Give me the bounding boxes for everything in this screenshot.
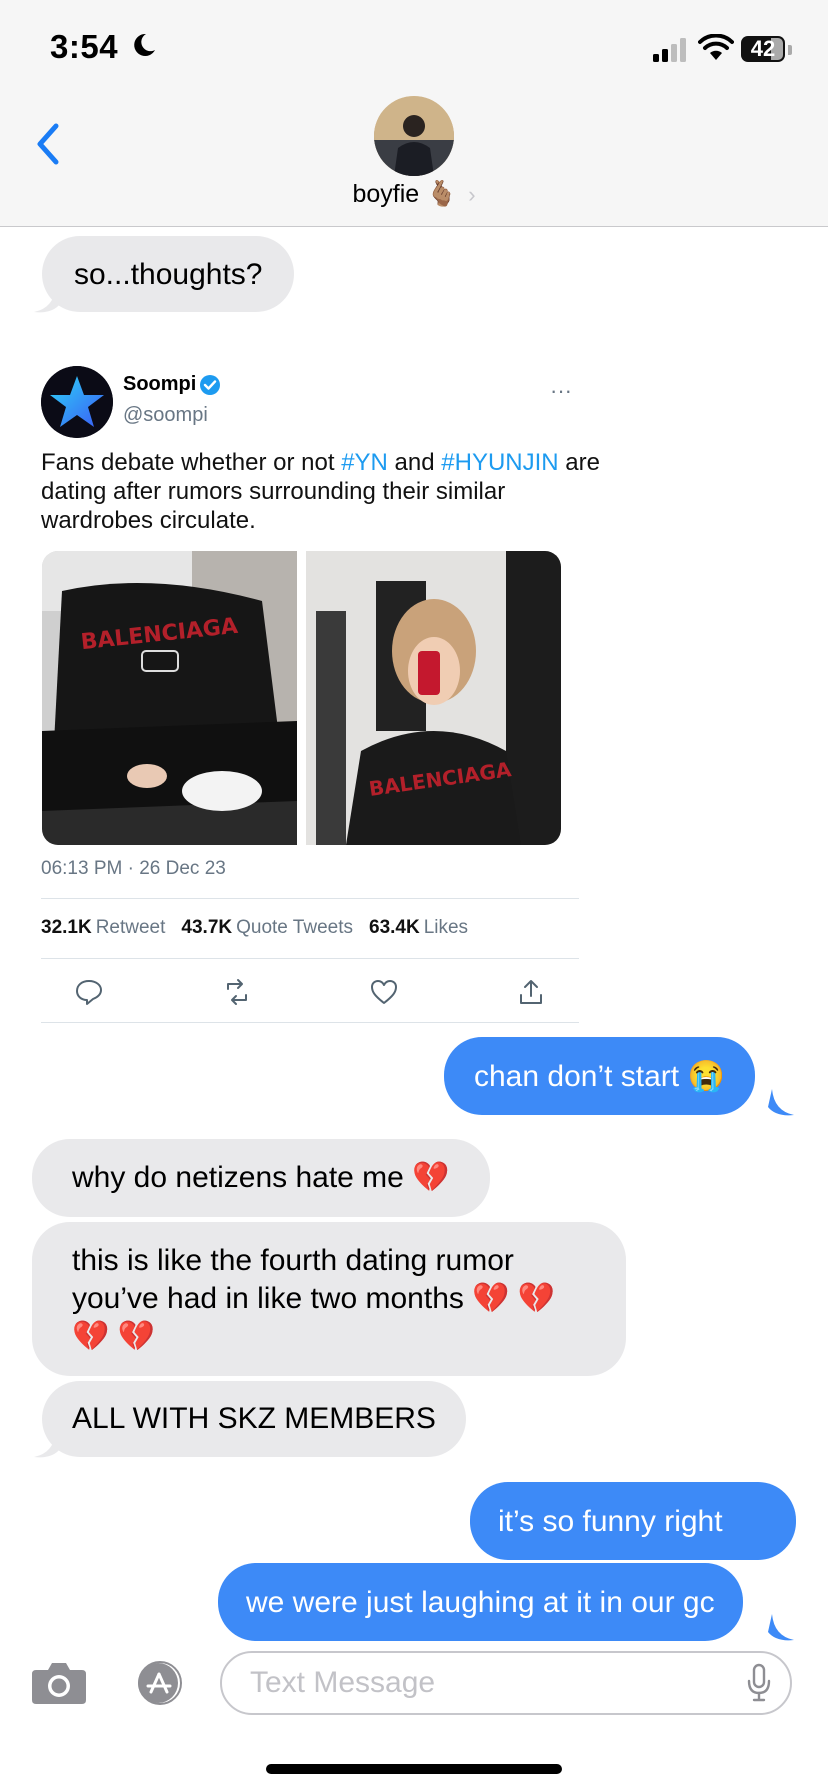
- message-text: it’s so funny right: [498, 1505, 723, 1538]
- contact-name-label: boyfie 🫰🏽: [352, 180, 458, 208]
- message-bubble-outgoing[interactable]: it’s so funny right: [470, 1482, 796, 1560]
- battery-level: 42: [750, 36, 776, 61]
- battery-cap: [788, 45, 792, 55]
- divider: [41, 1022, 579, 1023]
- divider: [41, 898, 579, 899]
- tweet-text-part: Fans debate whether or not: [41, 449, 342, 476]
- message-bubble-incoming[interactable]: so...thoughts?: [42, 236, 295, 312]
- chevron-right-icon: ›: [468, 182, 476, 207]
- tweet-stats: 32.1K Retweet 43.7K Quote Tweets 63.4K Likes: [41, 917, 468, 939]
- tweet-text: Fans debate whether or not #YN and #HYUN…: [41, 448, 601, 535]
- app-store-icon[interactable]: [130, 1658, 190, 1708]
- message-text: ALL WITH SKZ MEMBERS: [72, 1402, 436, 1435]
- bubble-tail: [768, 1614, 794, 1641]
- retweet-label[interactable]: Retweet: [96, 917, 166, 938]
- like-label[interactable]: Likes: [424, 917, 468, 938]
- message-bubble-outgoing[interactable]: we were just laughing at it in our gc: [218, 1563, 743, 1641]
- tweet-author-name: Soompi: [123, 373, 197, 395]
- like-heart-icon[interactable]: [369, 977, 399, 1007]
- quote-count: 43.7K: [181, 917, 233, 938]
- message-text: why do netizens hate me 💔: [72, 1161, 450, 1194]
- verified-badge-icon: [200, 375, 220, 395]
- retweet-count: 32.1K: [41, 917, 92, 938]
- like-count: 63.4K: [369, 917, 420, 938]
- bubble-tail: [34, 286, 60, 313]
- tweet-image-2[interactable]: BALENCIAGA: [306, 551, 561, 845]
- back-chevron-icon[interactable]: [34, 122, 62, 166]
- camera-icon[interactable]: [30, 1660, 88, 1706]
- contact-avatar[interactable]: [374, 96, 454, 176]
- focus-moon-icon: [134, 33, 155, 56]
- message-text: this is like the fourth dating rumor you…: [72, 1244, 556, 1353]
- tweet-timestamp: 06:13 PM · 26 Dec 23: [41, 858, 226, 879]
- share-icon[interactable]: [516, 977, 546, 1007]
- photo-person-black-tshirt: BALENCIAGA: [42, 551, 297, 845]
- message-bubble-outgoing[interactable]: chan don’t start 😭: [444, 1037, 755, 1115]
- message-text: we were just laughing at it in our gc: [246, 1586, 715, 1619]
- photo-mirror-selfie: BALENCIAGA: [306, 551, 561, 845]
- tweet-image-1[interactable]: BALENCIAGA: [42, 551, 297, 845]
- tweet-text-part: and: [387, 449, 442, 476]
- message-text: so...thoughts?: [74, 258, 263, 291]
- tweet-author-handle: @soompi: [123, 404, 208, 426]
- avatar-photo: [374, 96, 454, 176]
- hashtag-link[interactable]: #HYUNJIN: [441, 449, 558, 476]
- soompi-star-logo-icon: [41, 366, 113, 438]
- message-input-placeholder: Text Message: [250, 1666, 436, 1699]
- retweet-icon[interactable]: [222, 977, 252, 1007]
- status-time: 3:54: [50, 28, 119, 65]
- wifi-icon: [698, 34, 734, 60]
- tweet-author-avatar[interactable]: [41, 366, 113, 438]
- microphone-icon[interactable]: [746, 1663, 772, 1703]
- message-bubble-incoming[interactable]: why do netizens hate me 💔: [32, 1139, 490, 1217]
- message-bubble-incoming[interactable]: ALL WITH SKZ MEMBERS: [42, 1381, 466, 1457]
- cellular-signal-icon: [653, 38, 686, 62]
- contact-name[interactable]: boyfie 🫰🏽 ›: [300, 180, 528, 209]
- quote-label[interactable]: Quote Tweets: [236, 917, 353, 938]
- divider: [41, 958, 579, 959]
- hashtag-link[interactable]: #YN: [341, 449, 388, 476]
- more-options-icon[interactable]: ···: [550, 378, 578, 403]
- message-bubble-incoming[interactable]: this is like the fourth dating rumor you…: [32, 1222, 626, 1376]
- bubble-tail: [768, 1089, 794, 1116]
- bubble-tail: [34, 1431, 60, 1458]
- home-indicator[interactable]: [266, 1764, 562, 1774]
- reply-icon[interactable]: [74, 977, 104, 1007]
- message-text: chan don’t start 😭: [474, 1060, 725, 1093]
